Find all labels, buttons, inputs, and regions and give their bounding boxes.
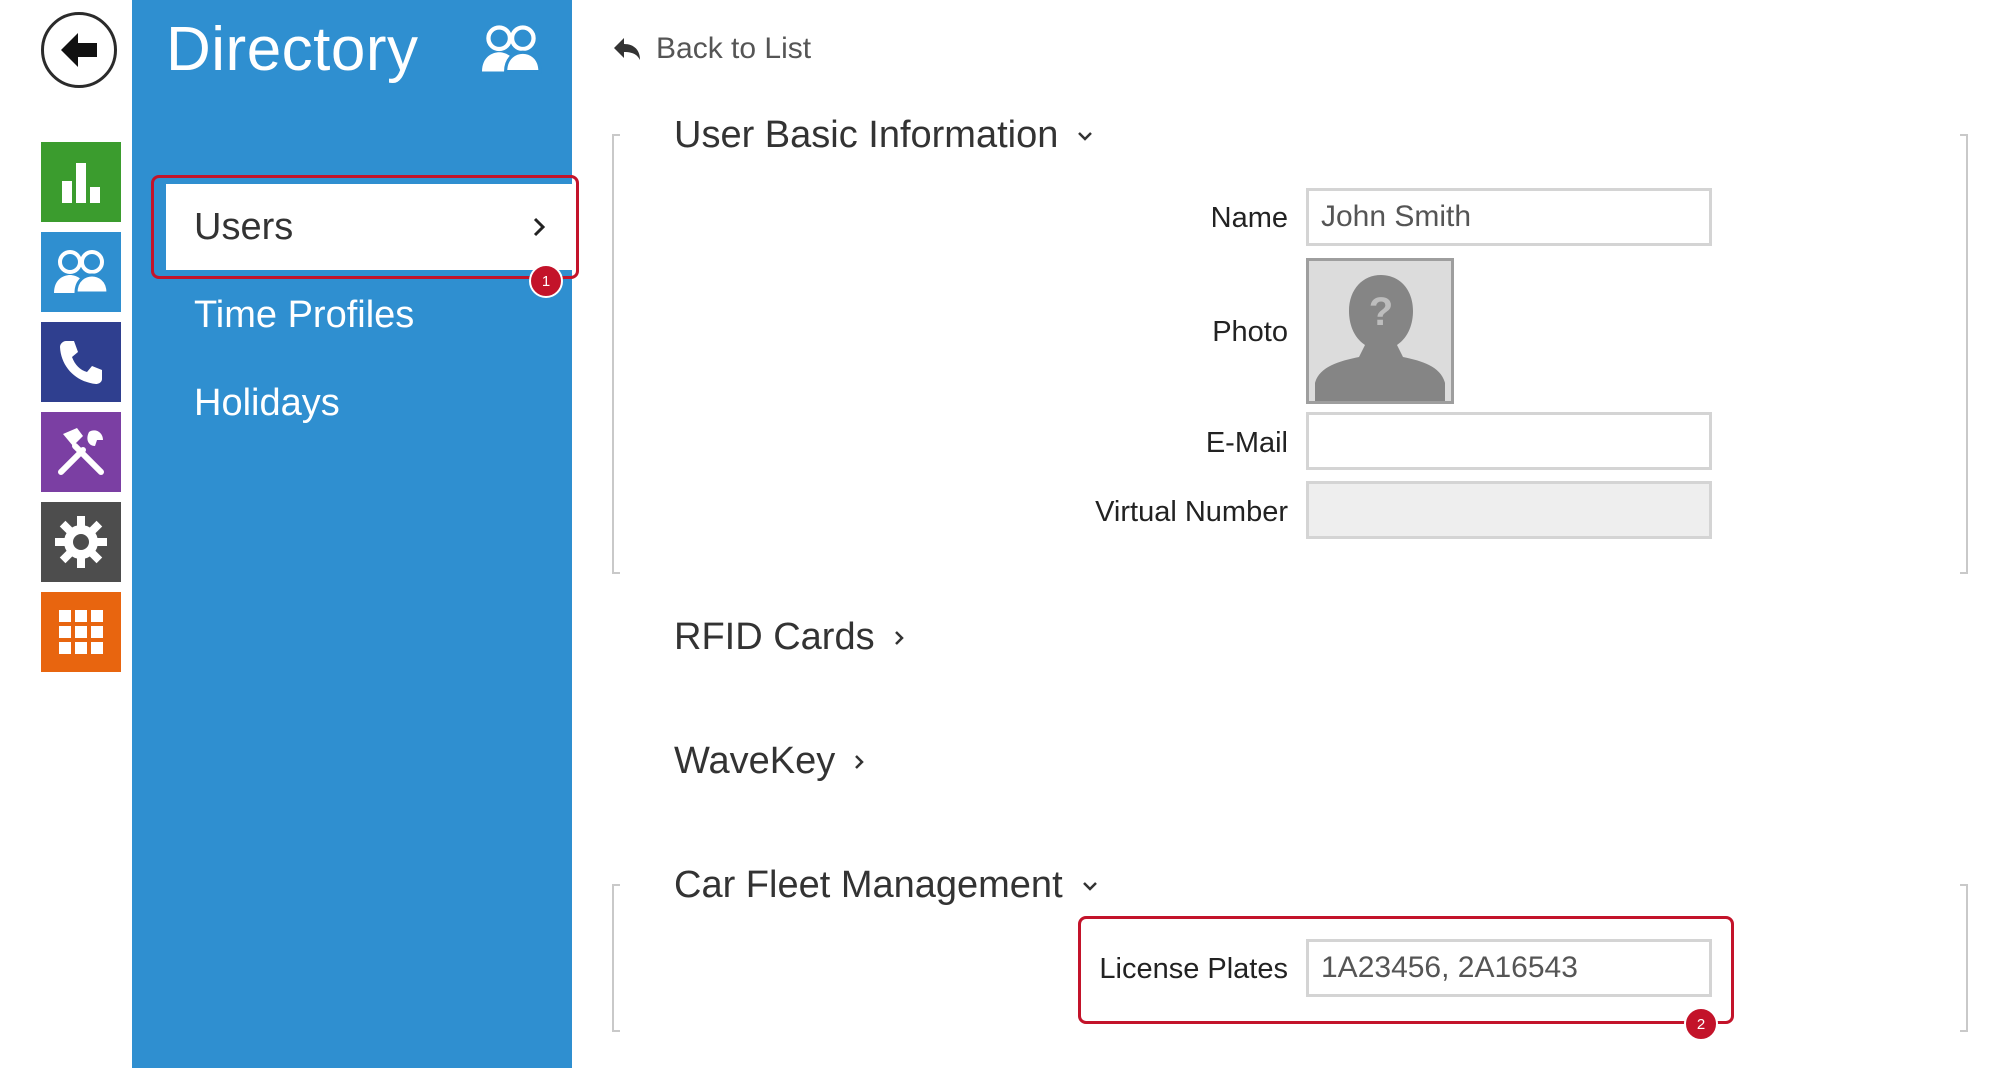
icon-rail <box>0 0 132 1068</box>
chevron-down-icon <box>1082 881 1097 891</box>
back-button[interactable] <box>41 12 117 88</box>
section-bracket-right <box>1960 884 1968 1032</box>
directory-nav-tile[interactable] <box>41 232 121 312</box>
panel-title: Directory <box>166 15 419 84</box>
system-nav-tile[interactable] <box>41 592 121 672</box>
status-nav-tile[interactable] <box>41 142 121 222</box>
annotation-highlight-license-plates <box>1078 916 1734 1024</box>
name-input[interactable] <box>1306 188 1712 246</box>
name-label: Name <box>1210 202 1288 234</box>
annotation-highlight-users <box>151 175 579 279</box>
virtual-number-input <box>1306 481 1712 539</box>
section-title-label: RFID Cards <box>674 616 875 658</box>
section-title-label: User Basic Information <box>674 114 1059 156</box>
back-to-list-link[interactable]: Back to List <box>612 32 811 66</box>
phone-icon <box>60 341 102 384</box>
section-title-label: Car Fleet Management <box>674 864 1063 906</box>
services-nav-tile[interactable] <box>41 502 121 582</box>
back-to-list-label: Back to List <box>656 32 812 65</box>
section-title-label: WaveKey <box>674 740 836 782</box>
photo-placeholder[interactable]: ? <box>1306 258 1454 404</box>
chevron-right-icon <box>855 754 864 769</box>
calls-nav-tile[interactable] <box>41 322 121 402</box>
photo-label: Photo <box>1212 316 1288 348</box>
section-car-fleet-management[interactable]: Car Fleet Management <box>674 864 1099 907</box>
virtual-number-label: Virtual Number <box>1095 496 1288 528</box>
reply-arrow-icon <box>614 38 640 60</box>
email-input[interactable] <box>1306 412 1712 470</box>
section-bracket-left <box>612 884 620 1032</box>
chevron-right-icon <box>894 630 904 645</box>
sidebar-item-holidays[interactable]: Holidays <box>194 382 340 425</box>
users-icon <box>54 250 110 295</box>
section-user-basic-info[interactable]: User Basic Information <box>674 114 1094 157</box>
grid-icon <box>59 610 103 654</box>
section-bracket-left <box>612 134 620 574</box>
users-icon <box>482 25 542 74</box>
chevron-down-icon <box>1078 131 1093 141</box>
directory-panel: Directory Users Time Profiles Holidays <box>132 0 572 1068</box>
svg-text:?: ? <box>1369 290 1393 334</box>
annotation-badge-1: 1 <box>529 264 563 298</box>
section-wavekey[interactable]: WaveKey <box>674 740 865 783</box>
unknown-user-icon: ? <box>1315 275 1445 401</box>
sidebar-item-time-profiles[interactable]: Time Profiles <box>194 294 414 337</box>
chart-icon <box>62 163 100 203</box>
gear-icon <box>55 516 107 568</box>
hardware-nav-tile[interactable] <box>41 412 121 492</box>
email-label: E-Mail <box>1205 427 1288 459</box>
section-rfid-cards[interactable]: RFID Cards <box>674 616 905 659</box>
back-arrow-icon <box>61 33 97 67</box>
tools-icon <box>58 428 104 475</box>
section-bracket-right <box>1960 134 1968 574</box>
annotation-badge-2: 2 <box>1684 1007 1718 1041</box>
